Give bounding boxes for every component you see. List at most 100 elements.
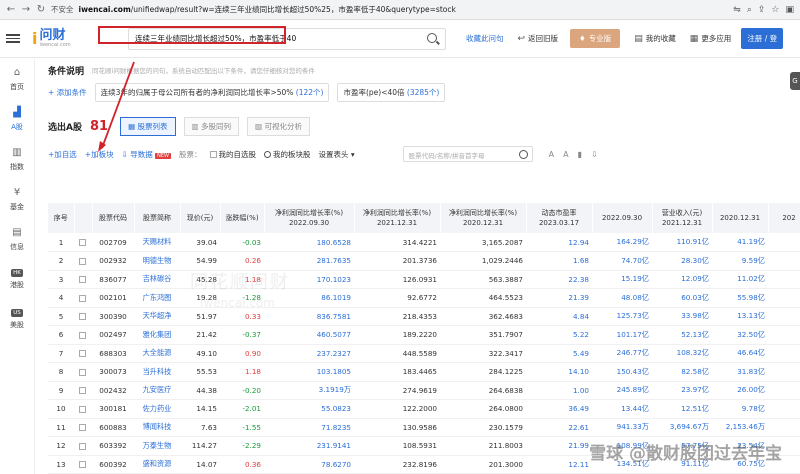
font-decrease-icon[interactable]: A bbox=[549, 150, 554, 159]
stock-name[interactable]: 大全能源 bbox=[134, 344, 180, 363]
side-tab[interactable]: G bbox=[790, 72, 800, 90]
table-row[interactable]: 8 300073 当升科技 55.53 1.18 103.1805 183.4465 284.… bbox=[48, 362, 800, 382]
set-header-dropdown[interactable]: 设置表头 ▾ bbox=[319, 149, 355, 160]
back-icon[interactable]: ← bbox=[6, 4, 16, 15]
row-checkbox[interactable] bbox=[74, 381, 92, 400]
tab-stock-list[interactable]: ▦ 股票列表 bbox=[120, 116, 176, 136]
table-row[interactable]: 6 002497 雅化集团 21.42 -0.37 460.5077 189.2220 351… bbox=[48, 325, 800, 345]
zoom-icon[interactable]: ⌕ bbox=[747, 5, 752, 15]
row-checkbox[interactable] bbox=[74, 399, 92, 419]
checkbox-icon[interactable] bbox=[78, 424, 86, 432]
export-button[interactable]: ⇩ 导数据 NEW bbox=[122, 149, 171, 160]
share-icon[interactable]: ⇪ bbox=[758, 5, 766, 15]
stock-code[interactable]: 002497 bbox=[92, 325, 134, 345]
checkbox-icon[interactable] bbox=[78, 442, 86, 450]
checkbox-icon[interactable] bbox=[78, 405, 86, 413]
star-icon[interactable]: ☆ bbox=[771, 5, 779, 15]
stock-code[interactable]: 300390 bbox=[92, 307, 134, 326]
table-header-cell[interactable]: 净利润同比增长率(%) 2020.12.31 bbox=[440, 203, 527, 233]
stock-name[interactable]: 博闻科技 bbox=[134, 418, 180, 437]
tab-multi-stock[interactable]: ▥ 多股同列 bbox=[183, 116, 240, 136]
checkbox-icon[interactable] bbox=[78, 239, 86, 246]
search-icon[interactable] bbox=[427, 32, 437, 43]
stock-code[interactable]: 600883 bbox=[92, 418, 134, 437]
row-checkbox[interactable] bbox=[74, 362, 92, 382]
table-row[interactable]: 13 600392 盛和资源 14.07 0.36 78.6270 232.8196 201.… bbox=[48, 455, 800, 474]
condition-chip-growth[interactable]: 连续3年的归属于母公司所有者的净利润同比增长率>50% (122个) bbox=[94, 82, 330, 102]
checkbox-icon[interactable] bbox=[78, 257, 86, 265]
stock-name[interactable]: 万泰生物 bbox=[134, 436, 180, 456]
table-row[interactable]: 1 002709 天赐材料 39.04 -0.03 180.6528 314.4221 3,1… bbox=[48, 233, 800, 252]
stock-name[interactable]: 九安医疗 bbox=[134, 381, 180, 400]
sidebar-item-home[interactable]: ⌂ 首页 bbox=[0, 59, 34, 99]
table-row[interactable]: 10 300181 佐力药业 14.15 -2.01 55.0823 122.2000 264… bbox=[48, 399, 800, 419]
row-checkbox[interactable] bbox=[74, 436, 92, 456]
back-old-button[interactable]: ↩ 返回旧版 bbox=[518, 33, 559, 44]
sidebar-item-index[interactable]: ▥ 指数 bbox=[0, 139, 34, 179]
url-field[interactable]: iwencai.com/unifiedwap/result?w=连续三年业绩同比… bbox=[79, 4, 729, 15]
collect-query-link[interactable]: 收藏此问句 bbox=[466, 33, 504, 44]
table-header-cell[interactable] bbox=[74, 203, 93, 233]
table-row[interactable]: 11 600883 博闻科技 7.63 -1.55 71.8235 130.9586 230.… bbox=[48, 418, 800, 437]
table-header-cell[interactable]: 涨跌幅(%) bbox=[220, 203, 265, 233]
my-self-checkbox[interactable]: 我的自选股 bbox=[209, 149, 256, 160]
stock-name[interactable]: 天华超净 bbox=[134, 307, 180, 326]
my-block-radio[interactable]: 我的板块股 bbox=[264, 149, 311, 160]
add-condition-button[interactable]: + 添加条件 bbox=[48, 87, 87, 98]
more-apps-button[interactable]: ▦ 更多应用 bbox=[690, 33, 732, 44]
table-search-input[interactable]: 股票代码/名称/拼音首字母 bbox=[402, 146, 533, 162]
checkbox-icon[interactable] bbox=[78, 461, 86, 469]
checkbox-icon[interactable] bbox=[78, 331, 86, 339]
stock-name[interactable]: 当升科技 bbox=[134, 362, 180, 382]
stock-name[interactable]: 天赐材料 bbox=[134, 233, 180, 252]
login-button[interactable]: 注册 / 登 bbox=[741, 28, 784, 49]
forward-icon[interactable]: → bbox=[21, 4, 31, 15]
checkbox-icon[interactable] bbox=[78, 313, 86, 321]
stock-code[interactable]: 836077 bbox=[92, 270, 134, 289]
table-header-cell[interactable]: 2020.12.31 bbox=[712, 203, 769, 233]
stock-code[interactable]: 600392 bbox=[92, 455, 134, 474]
checkbox-icon[interactable] bbox=[78, 368, 86, 376]
table-header-cell[interactable]: 净利润同比增长率(%) 2021.12.31 bbox=[354, 203, 441, 233]
stock-code[interactable]: 002432 bbox=[92, 381, 134, 400]
checkbox-icon[interactable] bbox=[78, 294, 86, 302]
sidebar-item-us[interactable]: US 美股 bbox=[0, 299, 34, 339]
stock-code[interactable]: 002101 bbox=[92, 288, 134, 308]
sidebar-item-info[interactable]: ▤ 信息 bbox=[0, 219, 34, 259]
table-row[interactable]: 4 002101 广东鸿图 19.28 -1.28 86.1019 92.6772 464.5… bbox=[48, 288, 800, 308]
table-header-cell[interactable]: 净利润同比增长率(%) 2022.09.30 bbox=[264, 203, 355, 233]
table-header-cell[interactable]: 202 bbox=[768, 203, 800, 233]
table-row[interactable]: 5 300390 天华超净 51.97 0.33 836.7581 218.4353 362.… bbox=[48, 307, 800, 326]
sidebar-item-fund[interactable]: ¥ 基金 bbox=[0, 179, 34, 219]
row-checkbox[interactable] bbox=[74, 307, 92, 326]
stock-name[interactable]: 佐力药业 bbox=[134, 399, 180, 419]
table-row[interactable]: 2 002932 明德生物 54.99 0.26 281.7635 201.3736 1,02… bbox=[48, 251, 800, 271]
reload-icon[interactable]: ↻ bbox=[36, 4, 46, 15]
menu-icon[interactable] bbox=[6, 34, 20, 43]
row-checkbox[interactable] bbox=[74, 325, 92, 345]
security-label[interactable]: 不安全 bbox=[51, 4, 74, 15]
stock-name[interactable]: 盛和资源 bbox=[134, 455, 180, 474]
table-header-cell[interactable]: 序号 bbox=[48, 203, 75, 233]
stock-code[interactable]: 002932 bbox=[92, 251, 134, 271]
sidebar-item-a-share[interactable]: ▟ A股 bbox=[0, 99, 34, 139]
translate-icon[interactable]: ⇋ bbox=[733, 5, 741, 15]
condition-chip-pe[interactable]: 市盈率(pe)<40倍 (3285个) bbox=[337, 82, 446, 102]
checkbox-icon[interactable] bbox=[78, 276, 86, 284]
my-collect-button[interactable]: ▤ 我的收藏 bbox=[634, 33, 676, 44]
row-checkbox[interactable] bbox=[74, 233, 92, 252]
tab-visual-analysis[interactable]: ▨ 可视化分析 bbox=[247, 116, 311, 136]
row-checkbox[interactable] bbox=[74, 418, 92, 437]
checkbox-icon[interactable] bbox=[78, 350, 86, 358]
stock-code[interactable]: 300073 bbox=[92, 362, 134, 382]
row-checkbox[interactable] bbox=[74, 270, 92, 289]
table-header-cell[interactable]: 现价(元) bbox=[180, 203, 221, 233]
add-block-button[interactable]: +加板块 bbox=[85, 149, 114, 160]
stock-name[interactable]: 雅化集团 bbox=[134, 325, 180, 345]
table-row[interactable]: 7 688303 大全能源 49.10 0.90 237.2327 448.5589 322.… bbox=[48, 344, 800, 363]
stock-name[interactable]: 吉林碳谷 bbox=[134, 270, 180, 289]
table-header-cell[interactable]: 股票简称 bbox=[134, 203, 181, 233]
table-header-cell[interactable]: 动态市盈率 2023.03.17 bbox=[526, 203, 593, 233]
chart-toggle-icon[interactable]: ▮ bbox=[578, 150, 582, 159]
stock-name[interactable]: 明德生物 bbox=[134, 251, 180, 271]
